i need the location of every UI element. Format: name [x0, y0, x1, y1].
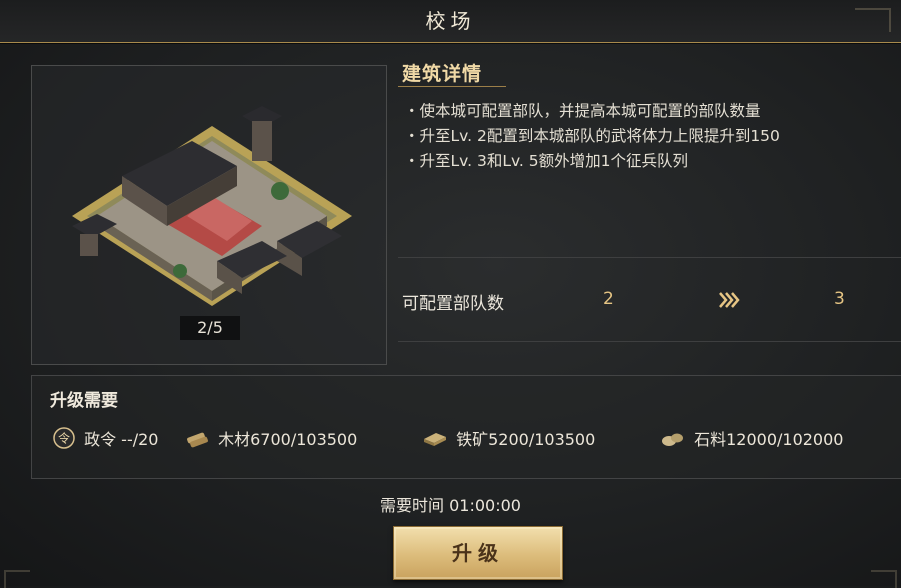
- corner-ornament: [855, 8, 891, 32]
- requirement-iron: 铁矿5200/103500: [422, 426, 595, 450]
- requirement-wood: 木材6700/103500: [184, 426, 357, 450]
- detail-title: 建筑详情: [402, 63, 483, 85]
- detail-description: ・使本城可配置部队，并提高本城可配置的部队数量 ・升至Lv. 2配置到本城部队的…: [404, 99, 901, 174]
- desc-line: ・升至Lv. 3和Lv. 5额外增加1个征兵队列: [404, 152, 689, 170]
- upgrade-arrow-icon: [719, 292, 740, 308]
- corner-ornament: [871, 570, 897, 588]
- stat-bottom-divider: [398, 341, 901, 342]
- stone-icon: [662, 433, 683, 446]
- wood-icon: [187, 432, 208, 448]
- building-panel: 2/5: [31, 65, 387, 365]
- detail-underline: [398, 86, 506, 87]
- desc-line: ・升至Lv. 2配置到本城部队的武将体力上限提升到150: [404, 127, 780, 145]
- building-level-badge: 2/5: [180, 316, 240, 340]
- requirement-stone: 石料12000/102000: [660, 426, 843, 450]
- requirements-panel: 升级需要 令 政令 --/20 木材6700/103500 铁矿5200/103…: [31, 375, 901, 479]
- requirement-label: 木材6700/103500: [218, 430, 358, 449]
- requirement-label: 石料12000/102000: [694, 430, 844, 449]
- stat-top-divider: [398, 257, 901, 258]
- detail-header: 建筑详情: [398, 56, 506, 90]
- drill-ground-building-image: [72, 106, 352, 306]
- stat-label: 可配置部队数: [402, 294, 504, 314]
- desc-line: ・使本城可配置部队，并提高本城可配置的部队数量: [404, 102, 761, 120]
- requirement-decree: 令 政令 --/20: [52, 426, 158, 450]
- title-bar: 校场: [0, 0, 901, 43]
- stat-current-value: 2: [603, 289, 614, 309]
- iron-icon: [424, 433, 446, 446]
- requirement-label: 政令 --/20: [84, 430, 159, 449]
- svg-text:令: 令: [58, 431, 70, 446]
- requirements-title: 升级需要: [50, 391, 118, 411]
- upgrade-button[interactable]: 升级: [393, 526, 563, 580]
- decree-icon: 令: [53, 427, 75, 449]
- stat-next-value: 3: [834, 289, 845, 309]
- corner-ornament: [4, 570, 30, 588]
- window-title: 校场: [425, 9, 476, 33]
- required-time: 需要时间 01:00:00: [380, 496, 521, 515]
- requirement-label: 铁矿5200/103500: [456, 430, 596, 449]
